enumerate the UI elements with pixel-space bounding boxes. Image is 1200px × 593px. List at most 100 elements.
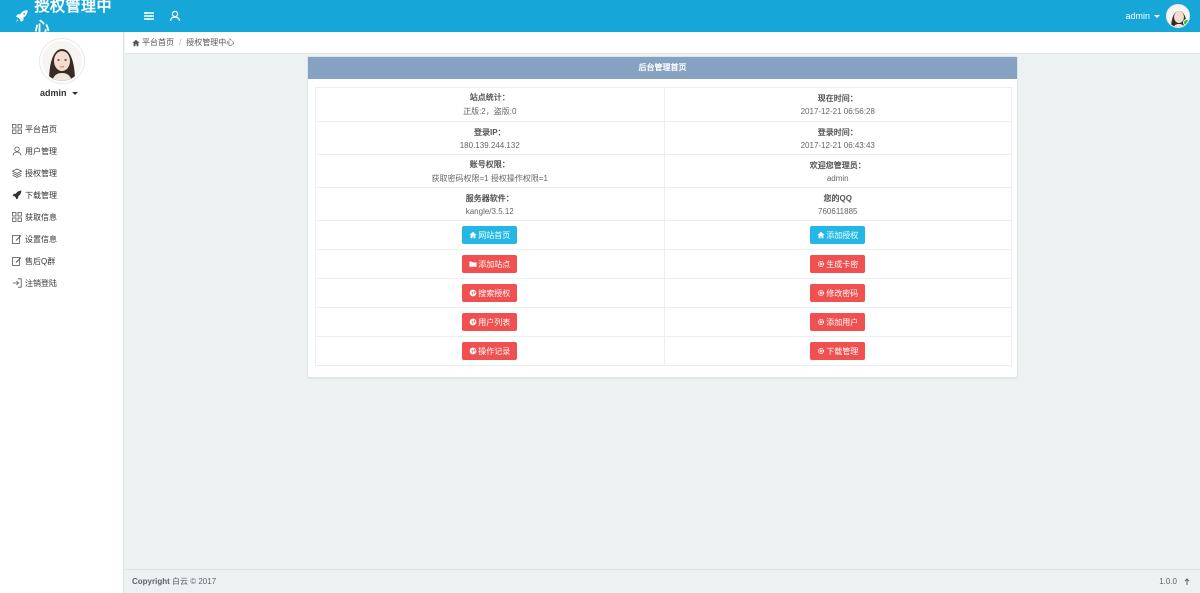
info-cell-qq: 您的QQ 760611885 — [663, 188, 1012, 220]
grid-icon — [12, 212, 22, 222]
info-value: 180.139.244.132 — [459, 140, 520, 150]
action-cell: 网站首页 — [316, 221, 664, 249]
footer: Copyright 白云 © 2017 1.0.0 — [125, 569, 1200, 593]
sidebar-item-info[interactable]: 获取信息 — [0, 206, 124, 228]
sidebar-user[interactable]: admin — [0, 88, 124, 98]
info-value: 获取密码权限=1 授权操作权限=1 — [431, 173, 548, 183]
action-cell: 搜索授权 — [316, 279, 664, 307]
menu-toggle-icon[interactable] — [142, 9, 156, 23]
info-row: 账号权限： 获取密码权限=1 授权操作权限=1 欢迎您管理员： admin — [316, 154, 1011, 187]
sidebar-item-label: 获取信息 — [25, 212, 57, 222]
sidebar-avatar[interactable] — [40, 39, 84, 83]
generate-card-key-button[interactable]: 生成卡密 — [810, 255, 866, 273]
user-icon[interactable] — [168, 9, 182, 23]
info-row: 服务器软件： kangle/3.5.12 您的QQ 760611885 — [316, 187, 1011, 220]
info-value: kangle/3.5.12 — [465, 206, 514, 216]
gear-icon — [818, 318, 825, 326]
info-label: 登录时间： — [817, 127, 858, 137]
sidebar-item-home[interactable]: 平台首页 — [0, 118, 124, 140]
info-value: 2017-12-21 06:56:28 — [800, 107, 875, 116]
sidebar-item-downloads[interactable]: 下载管理 — [0, 184, 124, 206]
avatar[interactable] — [1166, 4, 1190, 28]
gear-icon — [818, 347, 825, 355]
sidebar-item-support-group[interactable]: 售后Q群 — [0, 250, 124, 272]
button-label: 下载管理 — [826, 346, 859, 356]
button-label: 添加用户 — [826, 317, 859, 327]
user-list-button[interactable]: 用户列表 — [462, 313, 518, 331]
info-value: admin — [826, 173, 849, 183]
user-menu[interactable]: admin — [1125, 3, 1190, 29]
info-value: 760611885 — [818, 206, 858, 216]
add-license-button[interactable]: 添加授权 — [810, 226, 866, 244]
info-label: 服务器软件： — [465, 193, 514, 203]
sidebar-item-logout[interactable]: 注销登陆 — [0, 272, 124, 294]
info-value: 正版:2，盗版:0 — [463, 107, 517, 116]
caret-down-icon — [72, 92, 79, 96]
add-site-button[interactable]: 添加站点 — [462, 255, 518, 273]
sidebar-item-license[interactable]: 授权管理 — [0, 162, 124, 184]
info-cell-admin: 欢迎您管理员： admin — [663, 155, 1012, 187]
button-label: 搜索授权 — [478, 288, 511, 298]
info-label: 现在时间： — [817, 94, 858, 103]
info-cell-current-time: 现在时间： 2017-12-21 06:56:28 — [663, 88, 1012, 121]
globe-icon — [469, 347, 477, 355]
action-cell: 添加授权 — [663, 221, 1012, 249]
grid-icon — [12, 124, 22, 134]
add-user-button[interactable]: 添加用户 — [810, 313, 866, 331]
action-row: 网站首页 添加授权 — [316, 220, 1011, 249]
change-password-button[interactable]: 修改密码 — [810, 284, 866, 302]
copyright: Copyright 白云 © 2017 — [132, 576, 216, 587]
header-username: admin — [1125, 11, 1150, 21]
action-cell: 生成卡密 — [663, 250, 1012, 278]
info-cell-login-ip: 登录IP： 180.139.244.132 — [316, 122, 664, 154]
sidebar-item-users[interactable]: 用户管理 — [0, 140, 124, 162]
sidebar-item-label: 平台首页 — [25, 124, 57, 134]
info-cell-permissions: 账号权限： 获取密码权限=1 授权操作权限=1 — [316, 155, 664, 187]
download-manage-button[interactable]: 下载管理 — [810, 342, 866, 360]
action-row: 搜索授权 修改密码 — [316, 278, 1011, 307]
button-label: 添加授权 — [826, 230, 859, 240]
info-label: 您的QQ — [823, 193, 852, 203]
sidebar-item-label: 设置信息 — [25, 234, 57, 244]
online-status-dot — [1183, 19, 1189, 26]
button-label: 修改密码 — [826, 288, 859, 298]
breadcrumb-home-link[interactable]: 平台首页 — [142, 37, 174, 48]
action-cell: 下载管理 — [663, 337, 1012, 365]
breadcrumb-separator: / — [179, 38, 182, 47]
search-license-button[interactable]: 搜索授权 — [462, 284, 518, 302]
info-label: 登录IP： — [473, 127, 506, 137]
sidebar-item-label: 用户管理 — [25, 146, 57, 156]
sidebar-menu: 平台首页 用户管理 授权管理 下载管理 获取信息 设置信息 售后Q群 注销登陆 — [0, 118, 124, 294]
arrow-up-icon[interactable] — [1183, 577, 1191, 586]
action-cell: 添加站点 — [316, 250, 664, 278]
top-header: 授权管理中心 admin — [0, 0, 1200, 36]
action-cell: 用户列表 — [316, 308, 664, 336]
globe-icon — [469, 318, 477, 326]
info-label: 账号权限： — [469, 159, 510, 169]
action-row: 操作记录 下载管理 — [316, 336, 1011, 365]
info-value: 2017-12-21 06:43:43 — [800, 140, 875, 150]
home-icon — [132, 39, 140, 46]
avatar-image — [42, 41, 82, 81]
info-grid: 站点统计： 正版:2，盗版:0 现在时间： 2017-12-21 06:56:28 … — [315, 87, 1012, 366]
copyright-text: 白云 © 2017 — [172, 577, 217, 586]
sidebar-item-settings[interactable]: 设置信息 — [0, 228, 124, 250]
info-label: 站点统计： — [469, 93, 510, 102]
action-cell: 操作记录 — [316, 337, 664, 365]
folder-icon — [469, 261, 477, 267]
info-cell-login-time: 登录时间： 2017-12-21 06:43:43 — [663, 122, 1012, 154]
sidebar-item-label: 下载管理 — [25, 190, 57, 200]
site-home-button[interactable]: 网站首页 — [462, 226, 518, 244]
operation-log-button[interactable]: 操作记录 — [462, 342, 518, 360]
breadcrumb: 平台首页 / 授权管理中心 — [125, 32, 1200, 54]
brand[interactable]: 授权管理中心 — [0, 0, 124, 36]
gear-icon — [818, 289, 825, 297]
action-row: 用户列表 添加用户 — [316, 307, 1011, 336]
action-cell: 添加用户 — [663, 308, 1012, 336]
dashboard-panel: 后台管理首页 站点统计： 正版:2，盗版:0 现在时间： 2017-12-21 06… — [307, 56, 1018, 378]
button-label: 用户列表 — [478, 317, 511, 327]
copyright-label: Copyright — [132, 577, 170, 586]
action-cell: 修改密码 — [663, 279, 1012, 307]
logout-icon — [12, 278, 22, 288]
action-row: 添加站点 生成卡密 — [316, 249, 1011, 278]
